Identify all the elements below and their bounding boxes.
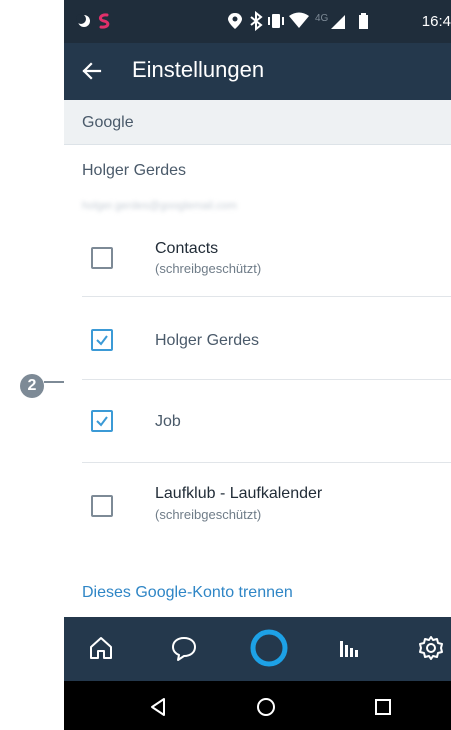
section-title: Google [82, 114, 134, 131]
calendar-label: Contacts [155, 240, 219, 257]
bluetooth-icon [250, 11, 263, 31]
status-right-icons: 4G [228, 11, 368, 31]
home-circle-icon[interactable] [254, 695, 278, 719]
location-icon [228, 13, 242, 29]
section-header: Google [64, 100, 451, 145]
calendar-row-holger-gerdes[interactable]: Holger Gerdes [64, 297, 451, 379]
alexa-icon[interactable] [248, 627, 290, 669]
wifi-icon [289, 12, 309, 28]
page-title: Einstellungen [132, 57, 265, 82]
home-icon[interactable] [84, 631, 118, 665]
vibrate-icon [268, 14, 284, 28]
back-triangle-icon[interactable] [146, 695, 170, 719]
system-nav-bar [64, 681, 451, 730]
status-bar: 4G 16:4 [64, 0, 451, 43]
calendar-row-contacts[interactable]: Contacts (schreibgeschützt) [64, 230, 451, 296]
check-icon [96, 335, 108, 346]
status-time: 16:4 [421, 13, 451, 30]
disconnect-account-link[interactable]: Dieses Google-Konto trennen [82, 584, 293, 602]
account-name: Holger Gerdes [82, 162, 187, 179]
account-email: holger.gerdes@googlemail.com [82, 200, 237, 212]
music-icon[interactable] [332, 631, 366, 665]
signal-icon [331, 15, 345, 29]
battery-icon [359, 13, 368, 29]
s-app-icon [98, 13, 110, 29]
calendar-row-job[interactable]: Job [64, 380, 451, 462]
recents-square-icon[interactable] [371, 695, 395, 719]
check-icon [96, 416, 108, 427]
settings-icon[interactable] [414, 631, 448, 665]
checkbox-job[interactable] [91, 410, 113, 432]
bottom-nav [64, 617, 451, 681]
app-bar: Einstellungen [64, 43, 451, 100]
checkbox-contacts[interactable] [91, 247, 113, 269]
phone-screen: 4G 16:4 Einstellungen Google Holger Gerd… [64, 0, 451, 730]
status-left-icons [76, 13, 110, 29]
calendar-sublabel: (schreibgeschützt) [155, 507, 262, 522]
checkbox-holger-gerdes[interactable] [91, 329, 113, 351]
calendar-label: Job [155, 413, 181, 430]
checkbox-laufklub[interactable] [91, 495, 113, 517]
callout-badge: 2 [20, 374, 44, 398]
calendar-row-laufklub[interactable]: Laufklub - Laufkalender (schreibgeschütz… [64, 463, 451, 553]
calendar-sublabel: (schreibgeschützt) [155, 261, 262, 276]
network-label: 4G [315, 13, 329, 24]
chat-icon[interactable] [167, 631, 201, 665]
moon-icon [76, 14, 90, 27]
calendar-label: Holger Gerdes [155, 332, 260, 349]
arrow-left-icon[interactable] [78, 57, 106, 85]
calendar-label: Laufklub - Laufkalender [155, 485, 323, 502]
